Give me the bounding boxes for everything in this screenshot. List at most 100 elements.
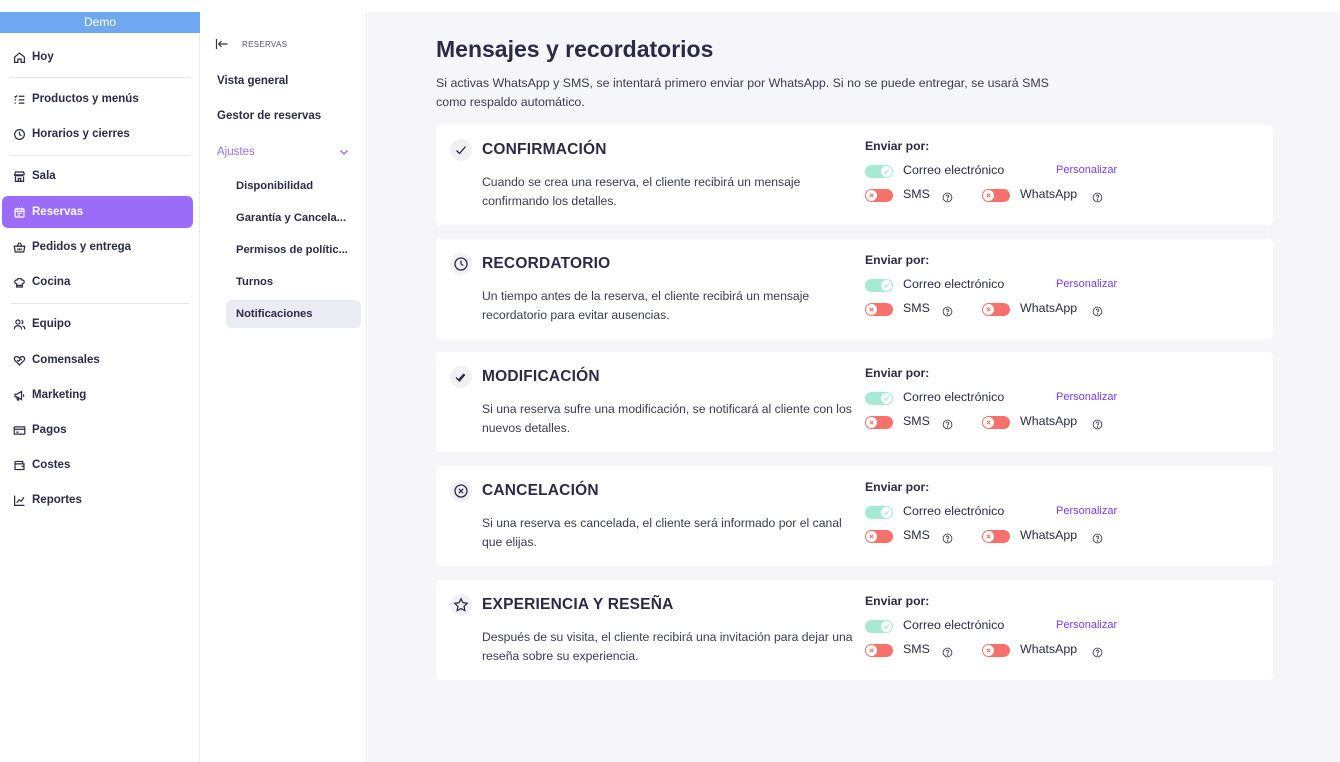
- whatsapp-label: WhatsApp: [1020, 642, 1078, 656]
- close-icon: [866, 304, 877, 315]
- whatsapp-toggle[interactable]: [982, 189, 1010, 202]
- help-icon[interactable]: [942, 304, 953, 317]
- nav-item-label: Comensales: [32, 354, 100, 366]
- help-icon[interactable]: [1092, 190, 1103, 203]
- help-icon[interactable]: [942, 190, 953, 203]
- subnav-disponibilidad[interactable]: Disponibilidad: [226, 172, 361, 200]
- nav-item-label: Sala: [32, 170, 56, 182]
- email-toggle[interactable]: [865, 392, 893, 405]
- card-description: Después de su visita, el cliente recibir…: [482, 630, 853, 663]
- check-icon: [881, 507, 892, 518]
- subnav-garantia[interactable]: Garantía y Cancela...: [226, 204, 361, 232]
- email-toggle[interactable]: [865, 506, 893, 519]
- page-title: Mensajes y recordatorios: [436, 36, 714, 62]
- nav-item-costes[interactable]: Costes: [2, 449, 193, 481]
- nav-item-reservas[interactable]: Reservas: [2, 196, 193, 228]
- personalize-link[interactable]: Personalizar: [1056, 619, 1117, 631]
- notification-card: MODIFICACIÓN Si una reserva sufre una mo…: [436, 352, 1273, 452]
- help-icon[interactable]: [942, 531, 953, 544]
- nav-item-pedidos[interactable]: Pedidos y entrega: [2, 231, 193, 263]
- notification-card: CANCELACIÓN Si una reserva es cancelada,…: [436, 466, 1273, 566]
- subnav-ajustes[interactable]: Ajustes: [217, 146, 255, 158]
- back-to-reservas[interactable]: RESERVAS: [215, 38, 287, 50]
- nav-item-horarios[interactable]: Horarios y cierres: [2, 118, 193, 150]
- sms-toggle[interactable]: [865, 644, 893, 657]
- nav-item-comensales[interactable]: Comensales: [2, 344, 193, 376]
- help-icon[interactable]: [1092, 531, 1103, 544]
- check-icon: [450, 139, 472, 161]
- send-via-label: Enviar por:: [865, 366, 930, 380]
- close-icon: [983, 190, 994, 201]
- check-icon: [881, 621, 892, 632]
- nav-item-hoy[interactable]: Hoy: [2, 41, 193, 73]
- close-icon: [866, 190, 877, 201]
- help-icon[interactable]: [1092, 645, 1103, 658]
- nav-item-label: Marketing: [32, 389, 87, 401]
- whatsapp-toggle[interactable]: [982, 530, 1010, 543]
- basket-icon: [12, 240, 26, 254]
- personalize-link[interactable]: Personalizar: [1056, 391, 1117, 403]
- top-strip: [0, 0, 1340, 12]
- close-icon: [983, 645, 994, 656]
- personalize-link[interactable]: Personalizar: [1056, 164, 1117, 176]
- chef-hat-icon: [12, 275, 26, 289]
- nav-item-label: Pedidos y entrega: [32, 241, 132, 253]
- double-check-icon: [450, 366, 472, 388]
- subnav-gestor-reservas[interactable]: Gestor de reservas: [217, 110, 321, 122]
- email-toggle[interactable]: [865, 279, 893, 292]
- sms-label: SMS: [903, 301, 930, 315]
- subnav-notificaciones[interactable]: Notificaciones: [226, 300, 361, 328]
- sms-toggle[interactable]: [865, 189, 893, 202]
- close-icon: [983, 417, 994, 428]
- card-title: EXPERIENCIA Y RESEÑA: [482, 596, 674, 613]
- nav-item-reportes[interactable]: Reportes: [2, 484, 193, 516]
- list-icon: [12, 92, 26, 106]
- clock-icon: [12, 127, 26, 141]
- personalize-link[interactable]: Personalizar: [1056, 278, 1117, 290]
- sms-label: SMS: [903, 642, 930, 656]
- help-icon[interactable]: [1092, 417, 1103, 430]
- close-icon: [866, 531, 877, 542]
- email-label: Correo electrónico: [903, 277, 1005, 291]
- close-icon: [983, 531, 994, 542]
- main-sidebar: Demo Hoy Productos y menús Horarios y ci…: [0, 12, 200, 762]
- nav-item-label: Hoy: [32, 51, 54, 63]
- nav-item-cocina[interactable]: Cocina: [2, 266, 193, 298]
- send-via-label: Enviar por:: [865, 253, 930, 267]
- card-description: Si una reserva sufre una modificación, s…: [482, 402, 852, 435]
- personalize-link[interactable]: Personalizar: [1056, 505, 1117, 517]
- help-icon[interactable]: [942, 417, 953, 430]
- card-description: Cuando se crea una reserva, el cliente r…: [482, 175, 801, 208]
- whatsapp-label: WhatsApp: [1020, 301, 1078, 315]
- nav-item-marketing[interactable]: Marketing: [2, 379, 193, 411]
- notification-card: EXPERIENCIA Y RESEÑA Después de su visit…: [436, 580, 1273, 680]
- whatsapp-toggle[interactable]: [982, 303, 1010, 316]
- nav-item-label: Equipo: [32, 318, 71, 330]
- nav-item-label: Pagos: [32, 424, 67, 436]
- chevron-down-icon[interactable]: [339, 148, 349, 156]
- card-icon: [12, 423, 26, 437]
- subnav-vista-general[interactable]: Vista general: [217, 75, 288, 87]
- nav-item-pagos[interactable]: Pagos: [2, 414, 193, 446]
- sms-toggle[interactable]: [865, 303, 893, 316]
- notification-card: RECORDATORIO Un tiempo antes de la reser…: [436, 239, 1273, 339]
- email-toggle[interactable]: [865, 620, 893, 633]
- whatsapp-toggle[interactable]: [982, 416, 1010, 429]
- subnav-turnos[interactable]: Turnos: [226, 268, 361, 296]
- email-toggle[interactable]: [865, 165, 893, 178]
- nav-item-productos[interactable]: Productos y menús: [2, 83, 193, 115]
- send-via-label: Enviar por:: [865, 480, 930, 494]
- help-icon[interactable]: [942, 645, 953, 658]
- help-icon[interactable]: [1092, 304, 1103, 317]
- whatsapp-toggle[interactable]: [982, 644, 1010, 657]
- nav-item-equipo[interactable]: Equipo: [2, 308, 193, 340]
- page-description: Si activas WhatsApp y SMS, se intentará …: [436, 76, 1049, 109]
- sms-toggle[interactable]: [865, 530, 893, 543]
- wallet-icon: [12, 458, 26, 472]
- subnav-permisos[interactable]: Permisos de polític...: [226, 236, 361, 264]
- sms-toggle[interactable]: [865, 416, 893, 429]
- demo-banner: Demo: [0, 12, 200, 33]
- nav-item-sala[interactable]: Sala: [2, 160, 193, 192]
- star-icon: [450, 594, 472, 616]
- nav-item-label: Costes: [32, 459, 71, 471]
